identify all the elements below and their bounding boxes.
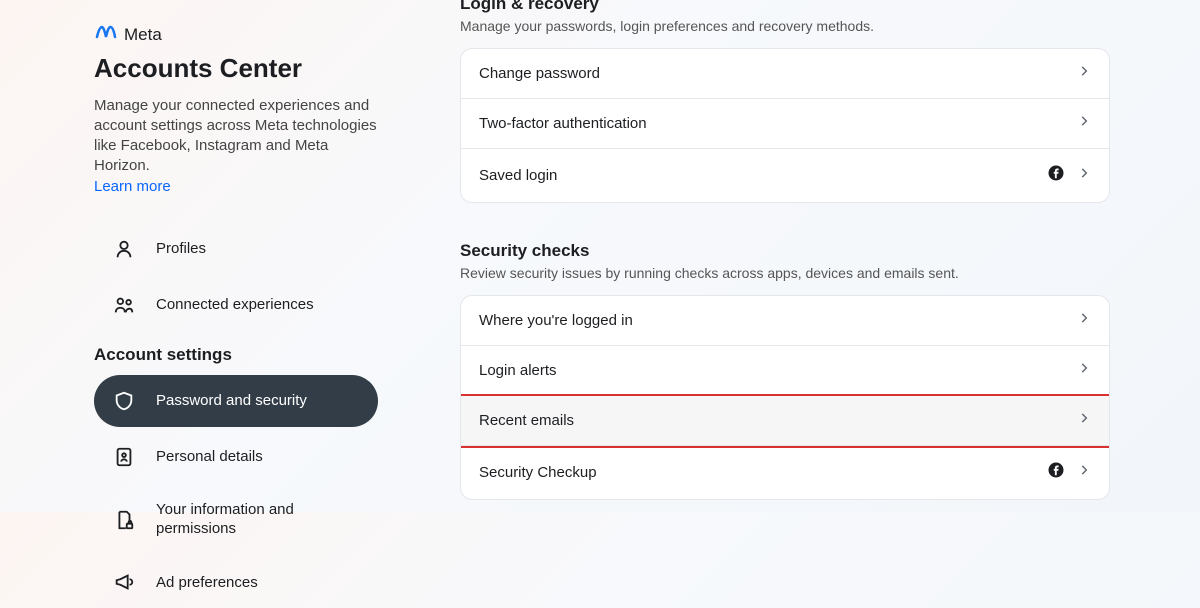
- doc-lock-icon: [112, 508, 136, 532]
- row-label: Login alerts: [479, 362, 557, 379]
- brand-row: Meta: [94, 24, 378, 45]
- chevron-right-icon: [1077, 64, 1091, 83]
- facebook-icon: [1047, 461, 1065, 484]
- row-security-checkup[interactable]: Security Checkup: [461, 446, 1109, 499]
- sidebar-item-label: Connected experiences: [156, 296, 314, 313]
- chevron-right-icon: [1077, 411, 1091, 430]
- meta-logo-icon: [94, 24, 118, 45]
- row-login-alerts[interactable]: Login alerts: [461, 346, 1109, 396]
- chevron-right-icon: [1077, 463, 1091, 482]
- learn-more-link[interactable]: Learn more: [94, 178, 171, 195]
- id-card-icon: [112, 445, 136, 469]
- account-settings-header: Account settings: [94, 345, 378, 365]
- login-recovery-card: Change password Two-factor authenticatio…: [460, 48, 1110, 203]
- login-recovery-desc: Manage your passwords, login preferences…: [460, 18, 1110, 34]
- row-label: Where you're logged in: [479, 312, 633, 329]
- security-checks-title: Security checks: [460, 241, 1110, 261]
- sidebar-item-label: Ad preferences: [156, 574, 258, 591]
- row-label: Security Checkup: [479, 464, 597, 481]
- people-icon: [112, 293, 136, 317]
- sidebar-item-profiles[interactable]: Profiles: [94, 223, 378, 275]
- chevron-right-icon: [1077, 311, 1091, 330]
- row-change-password[interactable]: Change password: [461, 49, 1109, 99]
- security-checks-desc: Review security issues by running checks…: [460, 265, 1110, 281]
- sidebar-item-password-security[interactable]: Password and security: [94, 375, 378, 427]
- page-description: Manage your connected experiences and ac…: [94, 96, 378, 176]
- row-where-logged-in[interactable]: Where you're logged in: [461, 296, 1109, 346]
- megaphone-icon: [112, 570, 136, 594]
- sidebar-item-ad-preferences[interactable]: Ad preferences: [94, 556, 378, 608]
- sidebar: Meta Accounts Center Manage your connect…: [0, 0, 400, 512]
- sidebar-item-label: Your information and permissions: [156, 501, 360, 539]
- shield-icon: [112, 389, 136, 413]
- row-label: Saved login: [479, 167, 557, 184]
- row-label: Two-factor authentication: [479, 115, 647, 132]
- chevron-right-icon: [1077, 114, 1091, 133]
- person-icon: [112, 237, 136, 261]
- sidebar-item-info-permissions[interactable]: Your information and permissions: [94, 487, 378, 553]
- chevron-right-icon: [1077, 166, 1091, 185]
- row-label: Change password: [479, 65, 600, 82]
- facebook-icon: [1047, 164, 1065, 187]
- security-checks-card: Where you're logged in Login alerts Rece…: [460, 295, 1110, 500]
- row-saved-login[interactable]: Saved login: [461, 149, 1109, 202]
- chevron-right-icon: [1077, 361, 1091, 380]
- sidebar-item-label: Profiles: [156, 240, 206, 257]
- sidebar-item-label: Password and security: [156, 392, 307, 409]
- row-two-factor[interactable]: Two-factor authentication: [461, 99, 1109, 149]
- login-recovery-title: Login & recovery: [460, 0, 1110, 14]
- sidebar-item-personal-details[interactable]: Personal details: [94, 431, 378, 483]
- sidebar-item-connected[interactable]: Connected experiences: [94, 279, 378, 331]
- row-recent-emails[interactable]: Recent emails: [461, 396, 1109, 446]
- row-label: Recent emails: [479, 412, 574, 429]
- sidebar-item-label: Personal details: [156, 448, 263, 465]
- brand-name: Meta: [124, 25, 162, 45]
- main-content: Login & recovery Manage your passwords, …: [400, 0, 1200, 512]
- page-title: Accounts Center: [94, 53, 378, 84]
